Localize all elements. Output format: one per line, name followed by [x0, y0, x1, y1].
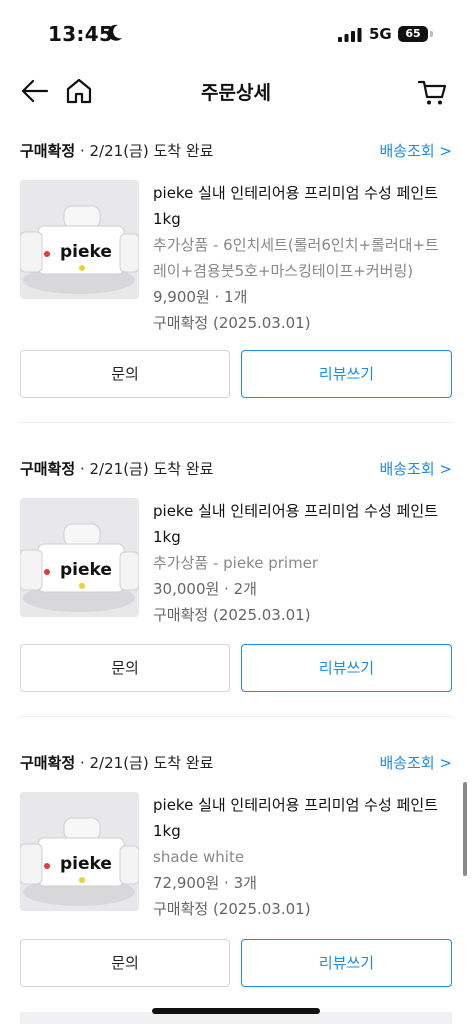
product-image[interactable]: pieke — [20, 180, 139, 299]
arrival-date: 2/21(금) 도착 완료 — [89, 460, 214, 478]
product-info: pieke 실내 인테리어용 프리미엄 수성 페인트 1kg shade whi… — [153, 792, 448, 922]
write-review-button[interactable]: 리뷰쓰기 — [241, 644, 452, 692]
paint-can-image: pieke — [20, 498, 139, 617]
order-header: 구매확정 · 2/21(금) 도착 완료 배송조회 > — [20, 458, 452, 479]
scrollbar[interactable] — [463, 782, 467, 876]
order-status: 구매확정 — [20, 142, 76, 160]
product-image[interactable]: pieke — [20, 792, 139, 911]
paint-can-image: pieke — [20, 792, 139, 911]
order-item: 구매확정 · 2/21(금) 도착 완료 배송조회 > pieke pieke … — [0, 752, 472, 1024]
product-image[interactable]: pieke — [20, 498, 139, 617]
status-bar: 13:45 5G 65 — [0, 0, 472, 64]
inquiry-button[interactable]: 문의 — [20, 939, 230, 987]
product-option: shade white — [153, 848, 245, 866]
product-price: 72,900원 · 3개 — [153, 874, 257, 892]
track-delivery-link[interactable]: 배송조회 > — [379, 458, 452, 479]
arrival-date: 2/21(금) 도착 완료 — [89, 754, 214, 772]
inquiry-button[interactable]: 문의 — [20, 644, 230, 692]
product-price: 9,900원 · 1개 — [153, 288, 248, 306]
battery-icon: 65 — [398, 26, 428, 42]
track-delivery-link[interactable]: 배송조회 > — [379, 140, 452, 161]
order-status: 구매확정 — [20, 460, 76, 478]
network-type: 5G — [369, 25, 392, 43]
page-title: 주문상세 — [201, 82, 271, 104]
home-indicator[interactable] — [152, 1008, 320, 1014]
product-option: 추가상품 - pieke primer — [153, 554, 319, 572]
write-review-button[interactable]: 리뷰쓰기 — [241, 350, 452, 398]
brand-text: pieke — [60, 560, 112, 580]
product-name[interactable]: pieke 실내 인테리어용 프리미엄 수성 페인트 1kg — [153, 792, 448, 844]
order-item: 구매확정 · 2/21(금) 도착 완료 배송조회 > pieke pieke … — [0, 140, 472, 420]
order-header: 구매확정 · 2/21(금) 도착 완료 배송조회 > — [20, 752, 452, 773]
product-name[interactable]: pieke 실내 인테리어용 프리미엄 수성 페인트 1kg — [153, 498, 448, 550]
confirm-date: 구매확정 (2025.03.01) — [153, 900, 311, 918]
divider — [20, 716, 452, 717]
brand-text: pieke — [60, 854, 112, 874]
battery-cap — [430, 31, 433, 37]
product-price: 30,000원 · 2개 — [153, 580, 257, 598]
confirm-date: 구매확정 (2025.03.01) — [153, 314, 311, 332]
order-header: 구매확정 · 2/21(금) 도착 완료 배송조회 > — [20, 140, 452, 161]
paint-can-image: pieke — [20, 180, 139, 299]
order-status: 구매확정 — [20, 754, 76, 772]
product-option: 추가상품 - 6인치세트(롤러6인치+롤러대+트레이+겸용붓5호+마스킹테이프+… — [153, 236, 439, 280]
arrival-date: 2/21(금) 도착 완료 — [89, 142, 214, 160]
track-delivery-link[interactable]: 배송조회 > — [379, 752, 452, 773]
inquiry-button[interactable]: 문의 — [20, 350, 230, 398]
write-review-button[interactable]: 리뷰쓰기 — [241, 939, 452, 987]
product-info: pieke 실내 인테리어용 프리미엄 수성 페인트 1kg 추가상품 - 6인… — [153, 180, 448, 336]
cart-icon[interactable] — [416, 76, 448, 108]
product-name[interactable]: pieke 실내 인테리어용 프리미엄 수성 페인트 1kg — [153, 180, 448, 232]
divider — [20, 422, 452, 423]
product-info: pieke 실내 인테리어용 프리미엄 수성 페인트 1kg 추가상품 - pi… — [153, 498, 448, 628]
confirm-date: 구매확정 (2025.03.01) — [153, 606, 311, 624]
order-item: 구매확정 · 2/21(금) 도착 완료 배송조회 > pieke pieke … — [0, 458, 472, 738]
signal-icon — [338, 28, 362, 42]
moon-icon — [107, 24, 122, 41]
brand-text: pieke — [60, 242, 112, 262]
status-time: 13:45 — [48, 22, 114, 46]
header: 주문상세 — [0, 64, 472, 120]
